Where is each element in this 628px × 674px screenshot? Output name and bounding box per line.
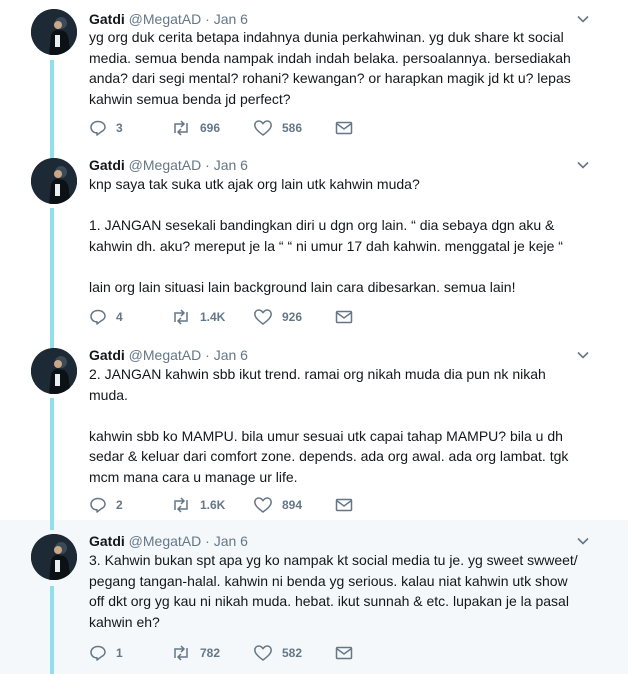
tweet-date[interactable]: Jan 6 bbox=[214, 11, 248, 27]
retweet-icon bbox=[174, 497, 188, 513]
heart-icon bbox=[254, 645, 272, 661]
reply-icon bbox=[90, 120, 106, 136]
reply-icon bbox=[90, 645, 106, 661]
tweet[interactable]: Gatdi @MegatAD · Jan 6 yg org duk cerita… bbox=[0, 0, 628, 160]
reply-count: 1 bbox=[116, 646, 123, 660]
avatar[interactable] bbox=[31, 348, 77, 394]
reply-count: 3 bbox=[116, 121, 123, 135]
author-handle[interactable]: @MegatAD bbox=[129, 347, 202, 363]
thread-line bbox=[50, 338, 54, 348]
tweet-paragraph: knp saya tak suka utk ajak org lain utk … bbox=[89, 176, 420, 192]
author-name[interactable]: Gatdi bbox=[89, 347, 125, 363]
tweet-paragraph: 3. Kahwin bukan spt apa yg ko nampak kt … bbox=[89, 552, 578, 630]
tweet-header: Gatdi @MegatAD · Jan 6 bbox=[89, 156, 248, 174]
separator-dot: · bbox=[205, 533, 210, 549]
author-name[interactable]: Gatdi bbox=[89, 157, 125, 173]
reply-icon bbox=[90, 497, 106, 513]
tweet-actions: 3 696 586 bbox=[89, 118, 417, 138]
like-button[interactable]: 586 bbox=[253, 119, 335, 137]
tweet-text: 3. Kahwin bukan spt apa yg ko nampak kt … bbox=[89, 550, 579, 632]
avatar[interactable] bbox=[31, 9, 77, 55]
tweet-paragraph: lain org lain situasi lain background la… bbox=[89, 278, 516, 295]
tweet-paragraph: kahwin sbb ko MAMPU. bila umur sesuai ut… bbox=[89, 427, 569, 485]
separator-dot: · bbox=[205, 347, 210, 363]
separator-dot: · bbox=[205, 11, 210, 27]
envelope-icon bbox=[335, 121, 353, 135]
retweet-count: 1.6K bbox=[200, 498, 226, 512]
thread-line bbox=[50, 60, 54, 160]
retweet-count: 696 bbox=[200, 121, 221, 135]
tweet-paragraph: yg org duk cerita betapa indahnya dunia … bbox=[89, 29, 571, 107]
reply-count: 4 bbox=[116, 310, 123, 324]
retweet-button[interactable]: 782 bbox=[171, 644, 253, 662]
like-button[interactable]: 582 bbox=[253, 644, 335, 662]
tweet-text: knp saya tak suka utk ajak org lain utk … bbox=[89, 174, 579, 297]
tweet-actions: 2 1.6K 894 bbox=[89, 495, 417, 515]
tweet-text: 2. JANGAN kahwin sbb ikut trend. ramai o… bbox=[89, 364, 579, 487]
thread-line bbox=[50, 398, 54, 520]
thread-line bbox=[50, 148, 54, 158]
like-count: 926 bbox=[282, 310, 303, 324]
retweet-icon bbox=[174, 309, 188, 325]
retweet-count: 1.4K bbox=[200, 310, 226, 324]
reply-button[interactable]: 2 bbox=[89, 496, 171, 514]
envelope-icon bbox=[335, 498, 353, 512]
chevron-down-icon[interactable] bbox=[576, 534, 590, 548]
message-button[interactable] bbox=[335, 309, 417, 325]
retweet-button[interactable]: 696 bbox=[171, 119, 253, 137]
tweet-actions: 4 1.4K 926 bbox=[89, 307, 417, 327]
tweet-thread: Gatdi @MegatAD · Jan 6 yg org duk cerita… bbox=[0, 0, 628, 674]
author-handle[interactable]: @MegatAD bbox=[129, 533, 202, 549]
reply-button[interactable]: 3 bbox=[89, 119, 171, 137]
message-button[interactable] bbox=[335, 645, 417, 661]
avatar[interactable] bbox=[31, 158, 77, 204]
tweet-actions: 1 782 582 bbox=[89, 643, 417, 663]
envelope-icon bbox=[335, 646, 353, 660]
message-button[interactable] bbox=[335, 120, 417, 136]
retweet-button[interactable]: 1.4K bbox=[171, 308, 253, 326]
heart-icon bbox=[254, 309, 272, 325]
chevron-down-icon[interactable] bbox=[576, 12, 590, 26]
chevron-down-icon[interactable] bbox=[576, 348, 590, 362]
retweet-button[interactable]: 1.6K bbox=[171, 496, 253, 514]
author-name[interactable]: Gatdi bbox=[89, 11, 125, 27]
heart-icon bbox=[254, 120, 272, 136]
thread-line bbox=[50, 520, 54, 530]
reply-button[interactable]: 4 bbox=[89, 308, 171, 326]
reply-count: 2 bbox=[116, 498, 123, 512]
chevron-down-icon[interactable] bbox=[576, 158, 590, 172]
thread-line bbox=[50, 586, 54, 674]
retweet-count: 782 bbox=[200, 646, 221, 660]
tweet-header: Gatdi @MegatAD · Jan 6 bbox=[89, 532, 248, 550]
tweet-paragraph: 1. JANGAN sesekali bandingkan diri u dgn… bbox=[89, 217, 563, 254]
tweet-header: Gatdi @MegatAD · Jan 6 bbox=[89, 346, 248, 364]
heart-icon bbox=[254, 497, 272, 513]
like-count: 894 bbox=[282, 498, 303, 512]
like-button[interactable]: 926 bbox=[253, 308, 335, 326]
separator-dot: · bbox=[205, 157, 210, 173]
author-name[interactable]: Gatdi bbox=[89, 533, 125, 549]
reply-button[interactable]: 1 bbox=[89, 644, 171, 662]
like-count: 586 bbox=[282, 121, 303, 135]
message-button[interactable] bbox=[335, 497, 417, 513]
tweet-text: yg org duk cerita betapa indahnya dunia … bbox=[89, 27, 579, 109]
tweet[interactable]: Gatdi @MegatAD · Jan 6 knp saya tak suka… bbox=[0, 148, 628, 340]
like-button[interactable]: 894 bbox=[253, 496, 335, 514]
thread-line bbox=[50, 208, 54, 340]
retweet-icon bbox=[174, 120, 188, 136]
tweet-date[interactable]: Jan 6 bbox=[214, 157, 248, 173]
author-handle[interactable]: @MegatAD bbox=[129, 157, 202, 173]
avatar[interactable] bbox=[31, 534, 77, 580]
retweet-icon bbox=[174, 645, 188, 661]
tweet-focused[interactable]: Gatdi @MegatAD · Jan 6 3. Kahwin bukan s… bbox=[0, 520, 628, 674]
tweet[interactable]: Gatdi @MegatAD · Jan 6 2. JANGAN kahwin … bbox=[0, 338, 628, 520]
like-count: 582 bbox=[282, 646, 303, 660]
reply-icon bbox=[90, 309, 106, 325]
tweet-header: Gatdi @MegatAD · Jan 6 bbox=[89, 10, 248, 28]
tweet-date[interactable]: Jan 6 bbox=[214, 533, 248, 549]
author-handle[interactable]: @MegatAD bbox=[129, 11, 202, 27]
tweet-date[interactable]: Jan 6 bbox=[214, 347, 248, 363]
tweet-paragraph: 2. JANGAN kahwin sbb ikut trend. ramai o… bbox=[89, 366, 546, 403]
envelope-icon bbox=[335, 310, 353, 324]
